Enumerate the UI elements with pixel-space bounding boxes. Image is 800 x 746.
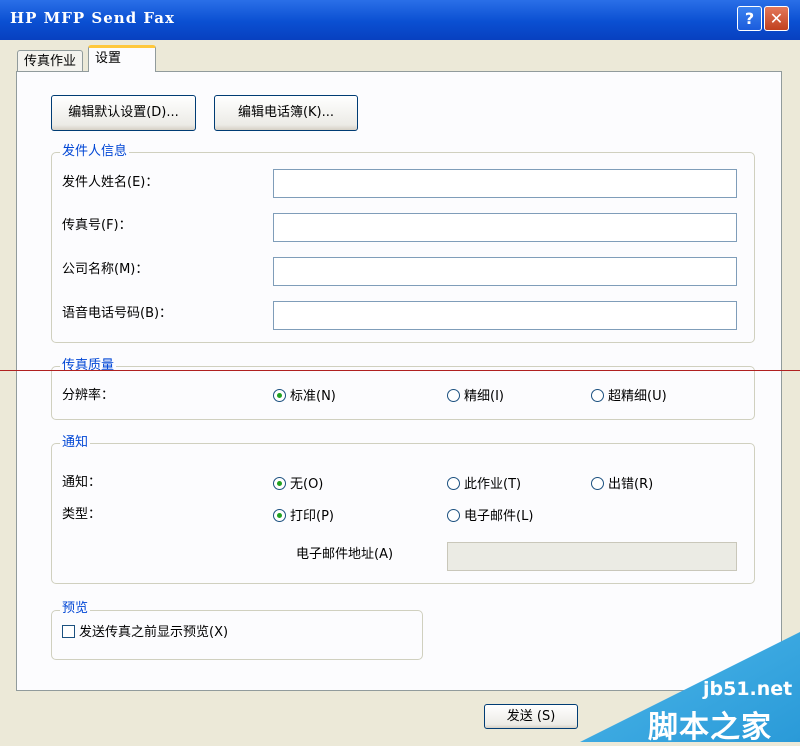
resolution-superfine-radio[interactable]: 超精细(U) — [591, 388, 667, 406]
edit-phonebook-button[interactable]: 编辑电话簿(K)... — [214, 95, 358, 131]
type-label: 类型： — [62, 507, 102, 522]
radio-button[interactable] — [591, 477, 604, 490]
checkbox-label: 发送传真之前显示预览(X) — [79, 625, 229, 640]
notify-none-radio[interactable]: 无(O) — [273, 476, 323, 494]
email-address-label: 电子邮件地址(A) — [296, 547, 394, 562]
tab-settings[interactable]: 设置 — [88, 45, 156, 72]
notify-label: 通知： — [62, 475, 102, 490]
radio-label: 标准(N) — [290, 389, 336, 404]
show-preview-checkbox[interactable]: 发送传真之前显示预览(X) — [62, 624, 228, 642]
resolution-fine-radio[interactable]: 精细(I) — [447, 388, 504, 406]
notify-error-radio[interactable]: 出错(R) — [591, 476, 653, 494]
notify-this-job-radio[interactable]: 此作业(T) — [447, 476, 521, 494]
voice-phone-input[interactable] — [273, 301, 737, 330]
type-email-radio[interactable]: 电子邮件(L) — [447, 508, 533, 526]
checkbox-box[interactable] — [62, 625, 75, 638]
window-title: HP MFP Send Fax — [10, 9, 175, 27]
radio-label: 精细(I) — [464, 389, 504, 404]
type-print-radio[interactable]: 打印(P) — [273, 508, 334, 526]
company-name-input[interactable] — [273, 257, 737, 286]
radio-label: 无(O) — [290, 477, 324, 492]
resolution-label: 分辨率： — [62, 388, 115, 403]
radio-label: 打印(P) — [290, 509, 334, 524]
radio-label: 此作业(T) — [464, 477, 522, 492]
edit-defaults-button[interactable]: 编辑默认设置(D)... — [51, 95, 196, 131]
radio-label: 出错(R) — [608, 477, 654, 492]
fax-number-label: 传真号(F)： — [62, 218, 132, 233]
email-address-input[interactable] — [447, 542, 737, 571]
radio-button[interactable] — [447, 389, 460, 402]
close-icon: ✕ — [769, 9, 784, 28]
radio-button[interactable] — [591, 389, 604, 402]
close-button[interactable]: ✕ — [764, 6, 789, 31]
fax-quality-legend: 传真质量 — [60, 358, 117, 374]
resolution-standard-radio[interactable]: 标准(N) — [273, 388, 336, 406]
sender-name-label: 发件人姓名(E)： — [62, 175, 159, 190]
help-button[interactable]: ? — [737, 6, 762, 31]
radio-label: 超精细(U) — [608, 389, 667, 404]
radio-button[interactable] — [273, 389, 286, 402]
help-icon: ? — [744, 9, 755, 28]
radio-button[interactable] — [273, 509, 286, 522]
sender-info-legend: 发件人信息 — [60, 144, 130, 160]
fax-number-input[interactable] — [273, 213, 737, 242]
voice-phone-label: 语音电话号码(B)： — [62, 306, 173, 321]
notification-legend: 通知 — [60, 435, 91, 451]
radio-label: 电子邮件(L) — [464, 509, 534, 524]
send-button[interactable]: 发送 (S) — [484, 704, 578, 729]
company-name-label: 公司名称(M)： — [62, 262, 149, 277]
preview-legend: 预览 — [60, 601, 91, 617]
red-guide-line — [0, 370, 800, 371]
radio-button[interactable] — [447, 477, 460, 490]
radio-button[interactable] — [447, 509, 460, 522]
watermark-logo-text: 脚本之家 — [648, 710, 772, 745]
tab-fax-job[interactable]: 传真作业 — [17, 50, 84, 72]
radio-button[interactable] — [273, 477, 286, 490]
title-bar: HP MFP Send Fax ? ✕ — [0, 0, 800, 40]
watermark-site-text: jb51.net — [703, 678, 793, 700]
sender-name-input[interactable] — [273, 169, 737, 198]
